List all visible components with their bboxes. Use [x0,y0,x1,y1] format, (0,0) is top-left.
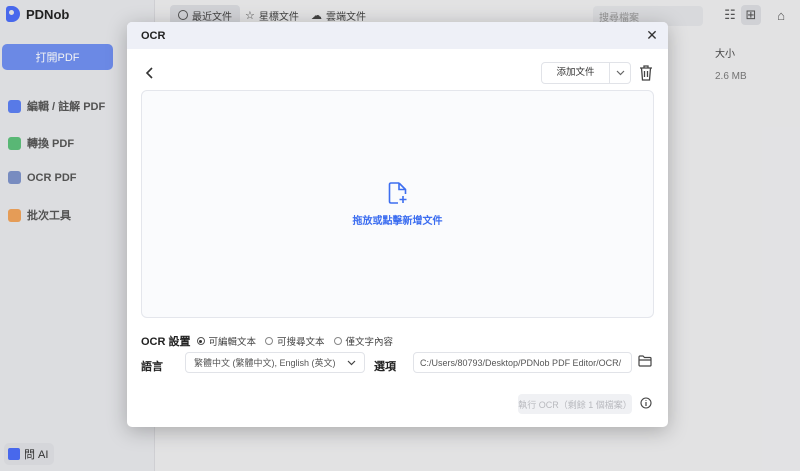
radio-label: 可搜尋文本 [277,337,325,348]
add-file-icon [388,181,406,204]
radio-searchable-text[interactable]: 可搜尋文本 [265,334,325,348]
info-icon [640,397,652,409]
add-file-button[interactable]: 添加文件 [542,63,610,83]
back-button[interactable] [143,65,157,81]
radio-checked-icon [196,337,205,345]
folder-icon [638,355,652,367]
radio-label: 可編輯文本 [208,337,257,348]
radio-text-only[interactable]: 僅文字內容 [333,334,394,348]
radio-unchecked-icon [265,337,274,345]
trash-icon [640,65,652,81]
output-path-field[interactable]: C:/Users/80793/Desktop/PDNob PDF Editor/… [413,352,632,373]
drop-zone-label: 拖放或點擊新增文件 [352,215,443,227]
output-path-value: C:/Users/80793/Desktop/PDNob PDF Editor/… [420,357,622,368]
dialog-title: OCR [141,29,166,42]
add-file-dropdown[interactable]: 添加文件 [541,62,631,84]
ocr-settings-label: OCR 設置 [141,336,191,348]
browse-folder-button[interactable] [638,355,652,367]
chevron-down-icon[interactable] [610,68,630,78]
file-drop-zone[interactable]: 拖放或點擊新增文件 [141,90,654,318]
run-ocr-button[interactable]: 執行 OCR（剩餘 1 個檔案） [518,394,632,414]
close-button[interactable]: ✕ [645,28,659,42]
radio-label: 僅文字內容 [345,337,394,348]
output-option-label: 選項 [374,361,396,373]
language-value: 繁體中文 (繁體中文), English (英文) [194,358,336,368]
language-label: 語言 [141,361,163,373]
chevron-left-icon [145,67,153,79]
chevron-down-icon [347,360,356,365]
close-icon: ✕ [646,27,658,43]
language-select[interactable]: 繁體中文 (繁體中文), English (英文) [185,352,365,373]
ocr-settings-row: OCR 設置 可編輯文本 可搜尋文本 僅文字內容 [141,333,402,349]
radio-editable-text[interactable]: 可編輯文本 [196,334,257,348]
delete-button[interactable] [638,64,654,82]
ocr-dialog: OCR ✕ 添加文件 拖放或點擊新增文件 OCR 設置 可編輯文本 可搜尋文本 … [127,22,668,427]
dialog-header: OCR ✕ [127,22,668,49]
info-button[interactable] [640,397,652,409]
radio-unchecked-icon [333,337,342,345]
